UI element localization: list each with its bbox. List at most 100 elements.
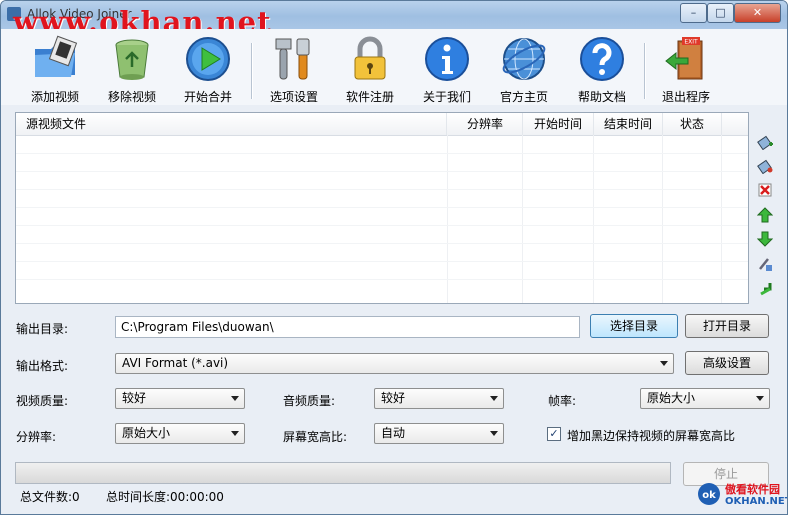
audio-quality-label: 音频质量:	[283, 394, 336, 408]
resolution-label: 分辨率:	[16, 430, 57, 444]
add-file-icon[interactable]	[757, 134, 773, 150]
grid-line	[721, 135, 722, 303]
framerate-select[interactable]: 原始大小	[640, 388, 770, 409]
watermark-logo: ok 傲看软件园 OKHAN.NET	[695, 479, 787, 511]
help-icon	[580, 37, 624, 81]
resolution-value: 原始大小	[122, 426, 171, 440]
output-format-label: 输出格式:	[16, 359, 69, 373]
grid-line	[16, 171, 748, 172]
column-source-file[interactable]: 源视频文件	[16, 113, 447, 135]
grid-line	[16, 189, 748, 190]
add-video-label: 添加视频	[30, 90, 79, 104]
chevron-down-icon	[231, 396, 239, 401]
aspect-ratio-label: 屏幕宽高比:	[283, 430, 348, 444]
keep-aspect-checkbox[interactable]: ✓	[547, 427, 561, 441]
clip-icon[interactable]	[757, 256, 773, 272]
video-quality-label: 视频质量:	[16, 394, 69, 408]
toolbar: 添加视频 移除视频 开始合并 选项设置 软件注册 关于我们 官方主页 帮助文档 …	[1, 29, 787, 105]
move-up-icon[interactable]	[757, 207, 773, 223]
logo-mark-text: ok	[702, 490, 716, 501]
grid-line	[662, 135, 663, 303]
logo-text-cn: 傲看软件园	[725, 483, 780, 496]
list-header: 源视频文件 分辨率 开始时间 结束时间 状态	[16, 113, 748, 136]
remove-video-button[interactable]: 移除视频	[94, 35, 170, 105]
exit-button[interactable]: EXIT 退出程序	[648, 35, 724, 105]
help-button[interactable]: 帮助文档	[564, 35, 640, 105]
options-label: 选项设置	[269, 90, 318, 104]
add-video-button[interactable]: 添加视频	[17, 35, 93, 105]
close-button[interactable]: ✕	[734, 3, 781, 23]
refresh-icon[interactable]	[757, 280, 773, 296]
total-duration-status: 总时间长度:00:00:00	[106, 490, 224, 504]
help-label: 帮助文档	[577, 90, 626, 104]
chevron-down-icon	[660, 361, 668, 366]
grid-line	[16, 279, 748, 280]
video-file-list[interactable]: 源视频文件 分辨率 开始时间 结束时间 状态	[15, 112, 749, 304]
grid-line	[16, 261, 748, 262]
aspect-ratio-value: 自动	[381, 426, 406, 440]
register-label: 软件注册	[345, 90, 394, 104]
chevron-down-icon	[231, 431, 239, 436]
exit-sign-text: EXIT	[684, 39, 698, 46]
output-format-value: AVI Format (*.avi)	[122, 356, 229, 370]
grid-line	[593, 135, 594, 303]
about-button[interactable]: 关于我们	[409, 35, 485, 105]
lock-icon	[354, 36, 386, 80]
resolution-select[interactable]: 原始大小	[115, 423, 245, 444]
move-down-icon[interactable]	[757, 231, 773, 247]
app-window: Allok Video Joiner www.okhan.net – □ ✕ 添…	[0, 0, 788, 515]
add-video-icon	[35, 35, 78, 77]
video-quality-select[interactable]: 较好	[115, 388, 245, 409]
total-files-status: 总文件数:0	[20, 490, 80, 504]
merge-progress-bar	[15, 462, 671, 484]
chevron-down-icon	[490, 396, 498, 401]
column-start-time[interactable]: 开始时间	[523, 113, 594, 135]
column-resolution[interactable]: 分辨率	[448, 113, 523, 135]
advanced-settings-button[interactable]: 高级设置	[685, 351, 769, 375]
logo-text-en: OKHAN.NET	[725, 496, 788, 507]
choose-dir-button[interactable]: 选择目录	[590, 314, 678, 338]
column-end-time[interactable]: 结束时间	[594, 113, 663, 135]
output-dir-label: 输出目录:	[16, 322, 69, 336]
output-dir-field[interactable]: C:\Program Files\duowan\	[115, 316, 580, 338]
recycle-bin-icon	[115, 39, 149, 80]
start-merge-button[interactable]: 开始合并	[170, 35, 246, 105]
homepage-label: 官方主页	[499, 90, 548, 104]
options-button[interactable]: 选项设置	[256, 35, 332, 105]
homepage-button[interactable]: 官方主页	[486, 35, 562, 105]
minimize-button[interactable]: –	[680, 3, 707, 23]
grid-line	[16, 207, 748, 208]
info-icon	[425, 37, 469, 81]
aspect-ratio-select[interactable]: 自动	[374, 423, 504, 444]
grid-line	[16, 243, 748, 244]
exit-door-icon: EXIT	[665, 37, 703, 80]
about-label: 关于我们	[422, 90, 471, 104]
grid-line	[16, 225, 748, 226]
remove-video-label: 移除视频	[107, 90, 156, 104]
output-format-select[interactable]: AVI Format (*.avi)	[115, 353, 674, 374]
framerate-value: 原始大小	[647, 391, 696, 405]
toolbar-separator	[251, 43, 253, 99]
grid-line	[16, 153, 748, 154]
edit-file-icon[interactable]	[757, 158, 773, 174]
start-merge-label: 开始合并	[183, 90, 232, 104]
video-quality-value: 较好	[122, 391, 147, 405]
chevron-down-icon	[756, 396, 764, 401]
chevron-down-icon	[490, 431, 498, 436]
settings-tools-icon	[275, 38, 310, 80]
open-dir-button[interactable]: 打开目录	[685, 314, 769, 338]
globe-icon	[502, 38, 546, 80]
maximize-button[interactable]: □	[707, 3, 734, 23]
title-bar[interactable]: Allok Video Joiner www.okhan.net – □ ✕	[1, 1, 787, 39]
keep-aspect-label: 增加黑边保持视频的屏幕宽高比	[567, 429, 736, 443]
audio-quality-select[interactable]: 较好	[374, 388, 504, 409]
exit-label: 退出程序	[661, 90, 710, 104]
column-status[interactable]: 状态	[663, 113, 722, 135]
logo-mark-icon: ok	[698, 483, 720, 505]
toolbar-separator	[644, 43, 646, 99]
register-button[interactable]: 软件注册	[332, 35, 408, 105]
delete-file-icon[interactable]	[757, 182, 773, 198]
grid-line	[447, 135, 448, 303]
audio-quality-value: 较好	[381, 391, 406, 405]
grid-line	[522, 135, 523, 303]
